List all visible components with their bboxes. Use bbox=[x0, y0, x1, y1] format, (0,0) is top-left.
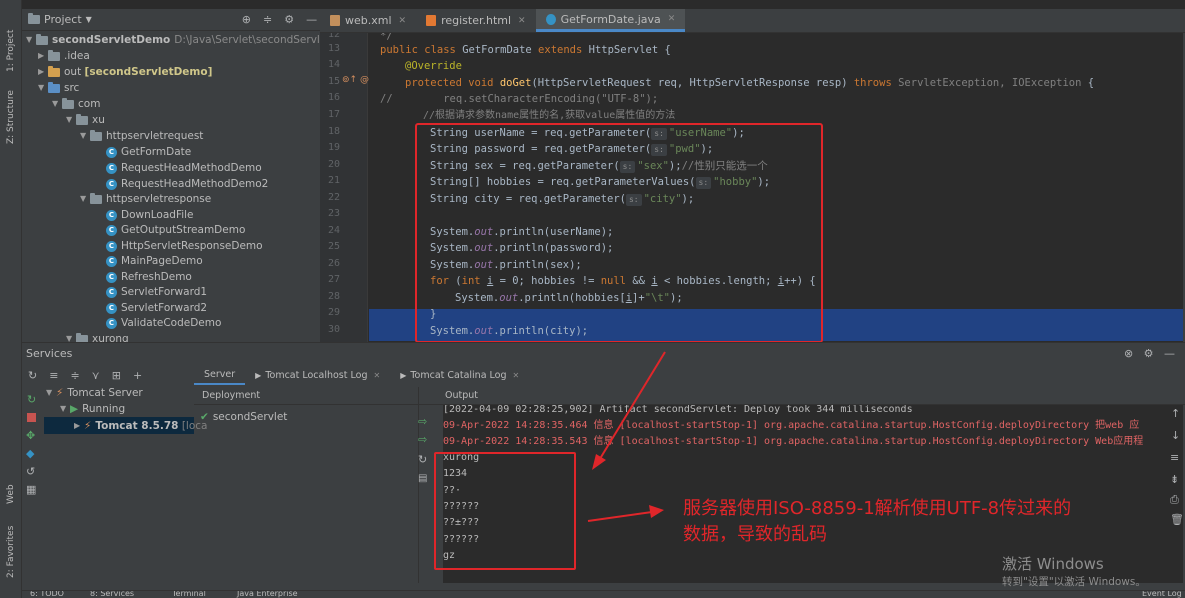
arrow-head bbox=[592, 454, 606, 470]
watermark-line: 转到"设置"以激活 Windows。 bbox=[1002, 576, 1146, 588]
status-bar: 6: TODO 8: Services Terminal Java Enterp… bbox=[22, 590, 1185, 598]
arrow-line bbox=[597, 351, 666, 463]
annotation-line: 数据，导致的乱码 bbox=[683, 524, 827, 545]
status-todo[interactable]: 6: TODO bbox=[30, 591, 64, 598]
arrow-line bbox=[587, 511, 653, 522]
windows-activation-watermark: 激活 Windows 转到"设置"以激活 Windows。 bbox=[1002, 553, 1182, 589]
annotation-line: 服务器使用ISO-8859-1解析使用UTF-8传过来的 bbox=[683, 498, 1072, 519]
status-services[interactable]: 8: Services bbox=[90, 591, 134, 598]
status-java-enterprise[interactable]: Java Enterprise bbox=[237, 591, 298, 598]
annotation-text: 服务器使用ISO-8859-1解析使用UTF-8传过来的 数据，导致的乱码 bbox=[683, 496, 1163, 548]
arrow-head bbox=[649, 505, 664, 518]
status-terminal[interactable]: Terminal bbox=[172, 591, 206, 598]
status-event-log[interactable]: Event Log bbox=[1142, 591, 1182, 598]
watermark-line: 激活 Windows bbox=[1002, 555, 1104, 573]
